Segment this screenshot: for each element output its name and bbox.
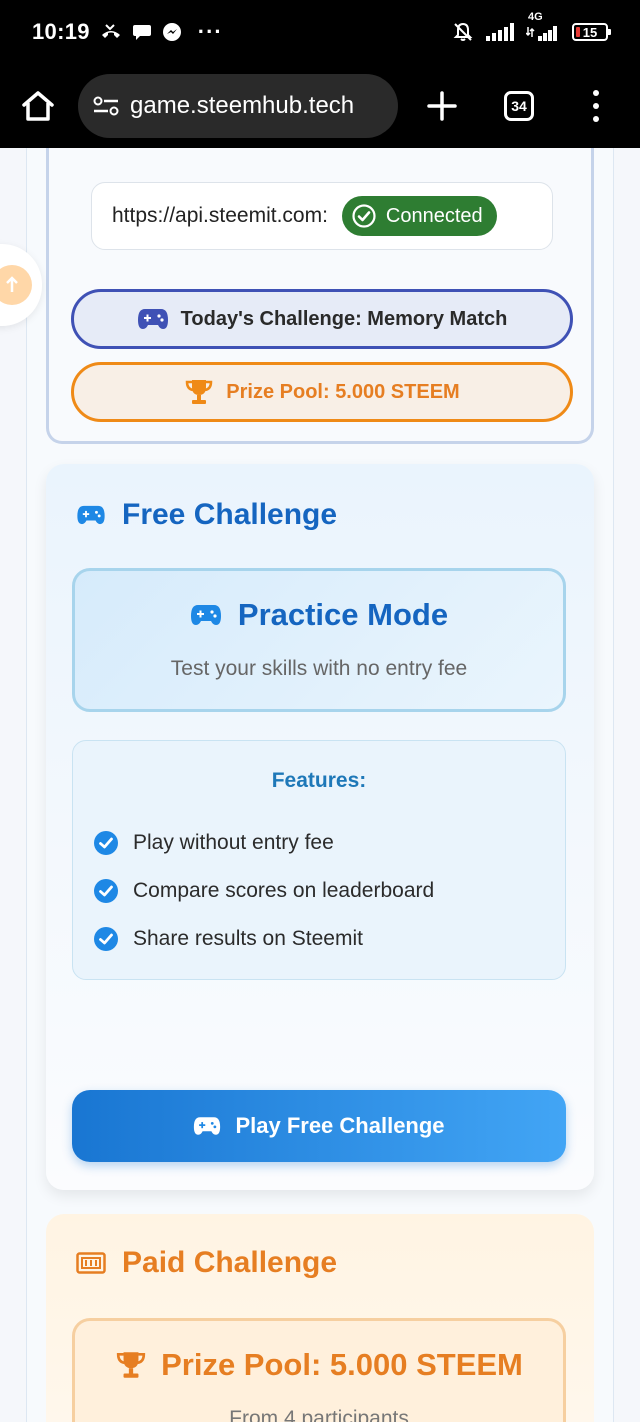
todays-challenge-banner: Today's Challenge: Memory Match [71,289,573,349]
feature-text: Compare scores on leaderboard [133,879,435,902]
paid-prize-subtitle: From 4 participants [229,1407,409,1422]
prize-pool-text: Prize Pool: 5.000 STEEM [226,380,460,403]
check-circle-icon [93,926,119,952]
features-heading: Features: [271,769,367,792]
menu-dot [593,90,599,96]
home-button[interactable] [18,86,58,126]
api-status-row: https://api.steemit.com: Connected [91,182,553,250]
home-icon [22,91,54,121]
trophy-icon [184,377,214,407]
play-free-challenge-label: Play Free Challenge [235,1113,445,1138]
messenger-icon [162,22,182,42]
menu-dot [593,116,599,122]
check-circle-icon [93,878,119,904]
url-text[interactable]: game.steemhub.tech [130,92,354,120]
missed-call-icon [100,23,122,41]
more-notifications-icon: ··· [197,19,223,44]
paid-challenge-title: Paid Challenge [122,1246,338,1279]
features-box: Features: Play without entry fee Compare… [72,740,566,980]
feature-item: Share results on Steemit [93,915,434,963]
paid-prize-heading: Prize Pool: 5.000 STEEM [75,1347,563,1383]
tab-switcher-button[interactable]: 34 [504,91,534,121]
floating-badge-icon [0,265,32,305]
feature-item: Play without entry fee [93,819,434,867]
paid-challenge-heading: Paid Challenge [76,1246,337,1280]
connection-status: Connected [385,204,483,227]
battery-icon: 15 [572,23,611,41]
web-page: https://api.steemit.com: Connected Today… [0,148,640,1422]
ticket-icon [76,1252,106,1274]
practice-mode-title: Practice Mode [237,597,449,632]
feature-text: Share results on Steemit [133,927,363,950]
network-type-label: 4G [528,11,543,23]
play-free-challenge-button[interactable]: Play Free Challenge [72,1090,566,1162]
feature-text: Play without entry fee [133,831,334,854]
check-circle-icon [93,830,119,856]
practice-mode-subtitle: Test your skills with no entry fee [170,657,468,680]
connected-badge: Connected [341,196,497,236]
gamepad-icon [190,604,222,626]
address-bar[interactable]: game.steemhub.tech [78,74,398,138]
new-tab-button[interactable] [424,88,460,124]
prize-pool-banner: Prize Pool: 5.000 STEEM [71,362,573,422]
menu-dot [593,103,599,109]
signal-4g-icon: 4G [526,11,560,41]
chat-bubble-icon [132,23,152,41]
tab-count: 34 [511,98,527,114]
free-challenge-title: Free Challenge [122,498,338,531]
trophy-icon [115,1349,147,1381]
status-card: https://api.steemit.com: Connected Today… [46,148,594,444]
free-challenge-card: Free Challenge Practice Mode Test your s… [46,464,594,1190]
gamepad-icon [76,505,106,525]
gamepad-icon [137,308,169,330]
plus-icon [427,91,457,121]
todays-challenge-text: Today's Challenge: Memory Match [180,307,508,330]
gamepad-icon [193,1116,221,1136]
paid-challenge-card: Paid Challenge Prize Pool: 5.000 STEEM F… [46,1214,594,1422]
site-settings-icon[interactable] [92,94,120,118]
paid-prize-pool-box: Prize Pool: 5.000 STEEM From 4 participa… [72,1318,566,1422]
feature-item: Compare scores on leaderboard [93,867,434,915]
status-time: 10:19 [32,19,90,44]
practice-mode-heading: Practice Mode [75,597,563,633]
practice-mode-box: Practice Mode Test your skills with no e… [72,568,566,712]
paid-prize-title: Prize Pool: 5.000 STEEM [161,1347,523,1382]
signal-icon [486,23,514,41]
browser-menu-button[interactable] [590,90,602,122]
free-challenge-heading: Free Challenge [76,498,337,532]
status-bar: 10:19 ··· 4G 15 [0,0,640,64]
browser-toolbar: game.steemhub.tech 34 [0,64,640,148]
bell-muted-icon [452,21,474,43]
feature-list: Play without entry fee Compare scores on… [93,819,434,963]
api-endpoint-label: https://api.steemit.com: [112,204,328,227]
battery-level: 15 [582,24,598,40]
check-circle-icon [352,204,376,228]
